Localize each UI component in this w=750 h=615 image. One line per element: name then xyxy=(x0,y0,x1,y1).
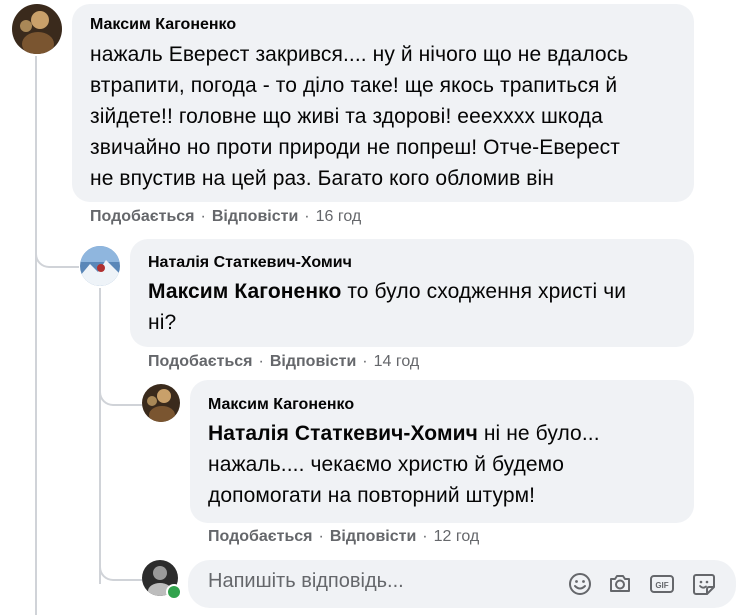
comment-line: не впустив на цей раз. Багато кого облом… xyxy=(90,167,555,190)
comment-text: нажаль Еверест закрився.... ну й нічого … xyxy=(90,39,676,194)
timestamp[interactable]: 16 год xyxy=(316,208,362,226)
separator: · xyxy=(362,353,368,370)
camera-icon[interactable] xyxy=(606,570,634,598)
reply-button[interactable]: Відповісти xyxy=(212,208,298,226)
comment-actions: Подобається · Відповісти · 12 год xyxy=(208,528,479,546)
avatar[interactable] xyxy=(142,384,180,422)
thread-line-main xyxy=(35,56,37,615)
mention-link[interactable]: Наталія Статкевич-Хомич xyxy=(208,422,478,445)
comment-line: ні не було... xyxy=(477,422,600,445)
comment-bubble: Максим Кагоненко нажаль Еверест закрився… xyxy=(72,4,694,202)
comment-bubble: Максим Кагоненко Наталія Статкевич-Хомич… xyxy=(190,380,694,523)
separator: · xyxy=(304,208,310,225)
sticker-icon[interactable] xyxy=(690,570,718,598)
comment-bubble: Наталія Статкевич-Хомич Максим Кагоненко… xyxy=(130,239,694,347)
comment-line: ні? xyxy=(148,311,177,334)
thread-line-branch-3 xyxy=(99,555,143,581)
separator: · xyxy=(422,528,428,545)
comment-text: Максим Кагоненко то було сходження христ… xyxy=(148,276,676,338)
thread-line-sub xyxy=(99,288,101,584)
reply-button[interactable]: Відповісти xyxy=(330,528,416,546)
like-button[interactable]: Подобається xyxy=(90,208,195,226)
emoji-icon[interactable] xyxy=(566,570,594,598)
online-status-indicator xyxy=(166,584,182,600)
separator: · xyxy=(258,353,264,370)
comment-actions: Подобається · Відповісти · 14 год xyxy=(148,353,419,371)
timestamp[interactable]: 12 год xyxy=(434,528,480,546)
comment-line: допомогати на повторний штурм! xyxy=(208,484,536,507)
comment-line: нажаль.... чекаємо христю й будемо xyxy=(208,453,564,476)
comment-line: зійдете!! головне що живі та здорові! ee… xyxy=(90,105,603,128)
thread-line-branch-2 xyxy=(99,380,143,406)
gif-icon[interactable]: GIF xyxy=(648,570,676,598)
comment-line: то було сходження христі чи xyxy=(341,280,627,303)
reply-button[interactable]: Відповісти xyxy=(270,353,356,371)
separator: · xyxy=(318,528,324,545)
comment-author[interactable]: Максим Кагоненко xyxy=(90,16,676,34)
comment-line: втрапити, погода - то діло таке! ще якос… xyxy=(90,74,618,97)
separator: · xyxy=(200,208,206,225)
timestamp[interactable]: 14 год xyxy=(374,353,420,371)
comment-line: звичайно но проти природи не попреш! Отч… xyxy=(90,136,620,159)
thread-line-branch-1 xyxy=(35,240,79,268)
comment-text: Наталія Статкевич-Хомич ні не було... на… xyxy=(208,418,676,511)
svg-text:GIF: GIF xyxy=(655,581,668,590)
avatar[interactable] xyxy=(12,4,62,54)
mention-link[interactable]: Максим Кагоненко xyxy=(148,280,341,303)
comment-author[interactable]: Наталія Статкевич-Хомич xyxy=(148,254,676,272)
comment-line: нажаль Еверест закрився.... ну й нічого … xyxy=(90,43,629,66)
comment-author[interactable]: Максим Кагоненко xyxy=(208,396,676,414)
like-button[interactable]: Подобається xyxy=(208,528,313,546)
like-button[interactable]: Подобається xyxy=(148,353,253,371)
reply-placeholder: Напишіть відповідь... xyxy=(208,570,404,592)
comment-actions: Подобається · Відповісти · 16 год xyxy=(90,208,361,226)
avatar[interactable] xyxy=(80,246,120,286)
reply-input[interactable]: Напишіть відповідь... GIF xyxy=(188,560,736,608)
